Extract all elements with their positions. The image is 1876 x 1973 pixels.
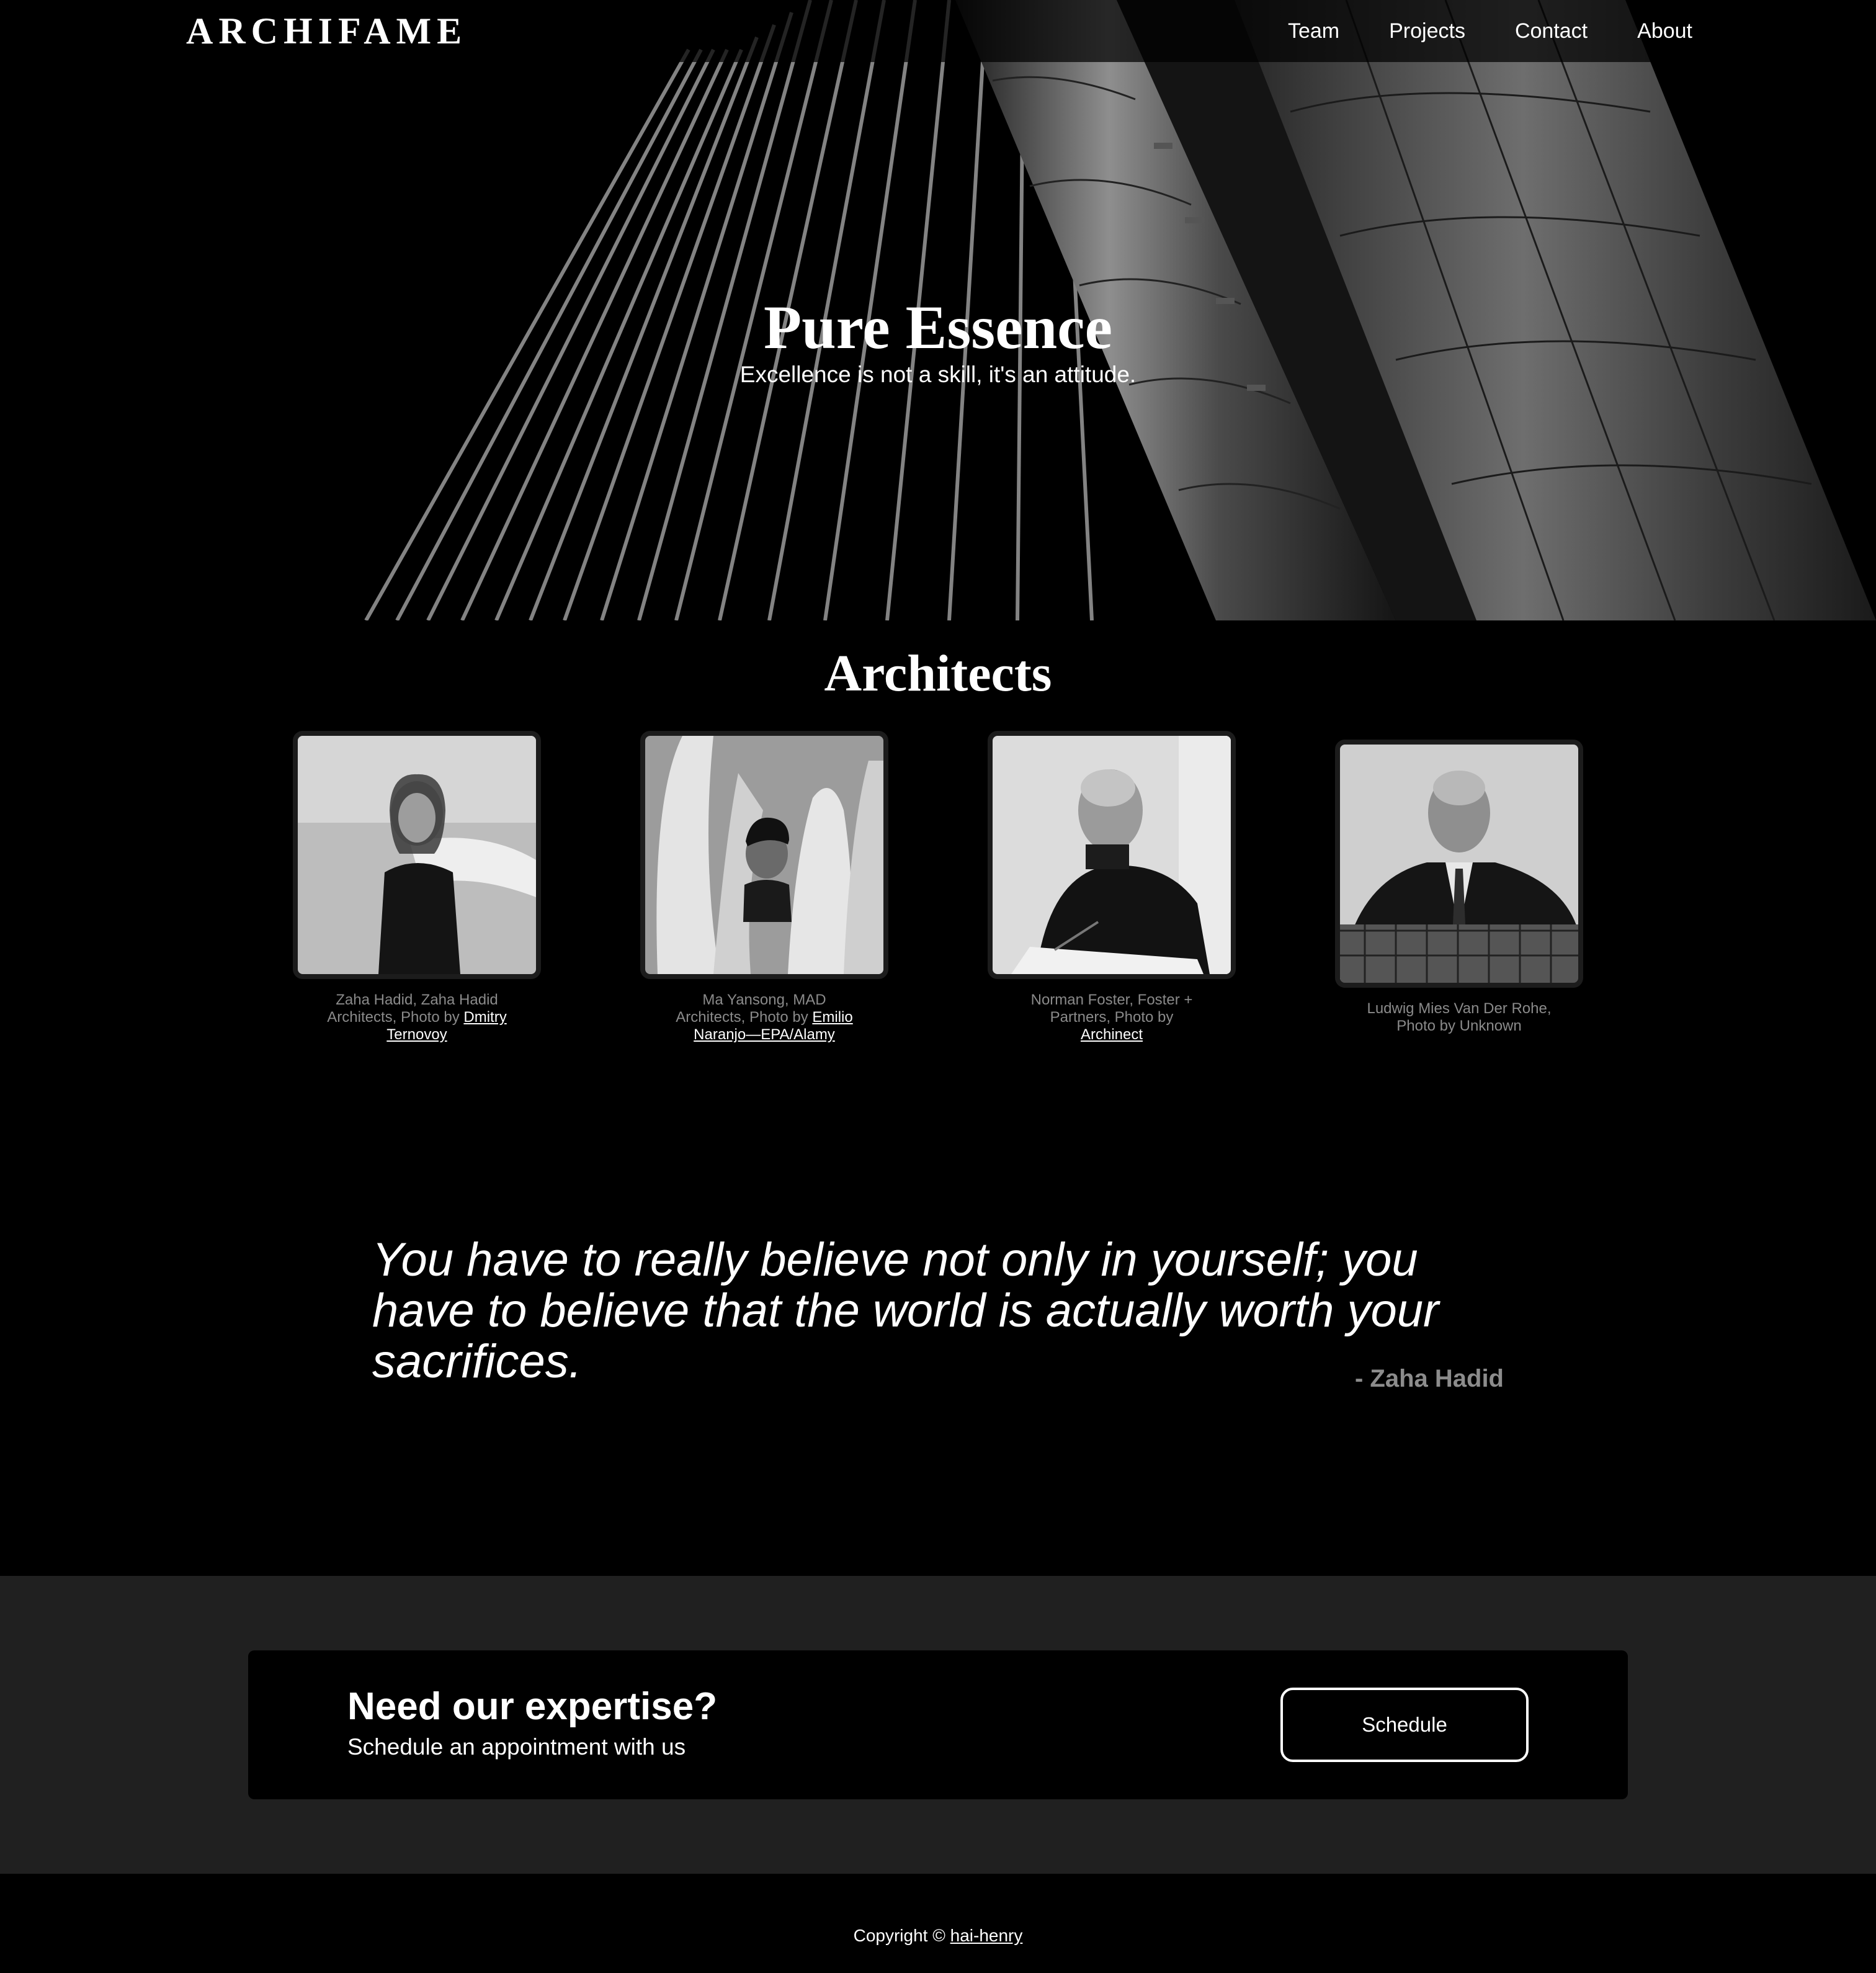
portrait-caption: Zaha Hadid, Zaha Hadid Architects, Photo… — [324, 991, 510, 1044]
quote-author: - Zaha Hadid — [1354, 1365, 1504, 1392]
nav-link-contact[interactable]: Contact — [1515, 17, 1588, 45]
caption-text: Ma Yansong, MAD Architects, Photo by — [676, 991, 826, 1026]
nav-link-projects[interactable]: Projects — [1389, 17, 1465, 45]
schedule-button[interactable]: Schedule — [1280, 1688, 1529, 1762]
hero-subtitle: Excellence is not a skill, it's an attit… — [739, 362, 1137, 387]
architect-card: Ludwig Mies Van Der Rohe, Photo by Unkno… — [1335, 740, 1583, 1035]
architect-card: Ma Yansong, MAD Architects, Photo by Emi… — [640, 731, 888, 1044]
author-link[interactable]: hai-henry — [950, 1926, 1023, 1945]
footer-copyright: Copyright © hai-henry — [0, 1923, 1876, 1948]
nav-link-team[interactable]: Team — [1288, 17, 1339, 45]
brand-logo[interactable]: ARCHIFAME — [186, 9, 467, 53]
cta-title: Need our expertise? — [347, 1685, 718, 1728]
copyright-text: Copyright © — [853, 1926, 950, 1945]
caption-text: Norman Foster, Foster + Partners, Photo … — [1030, 991, 1193, 1026]
architect-portrait — [640, 731, 888, 979]
architect-portrait — [1335, 740, 1583, 988]
portrait-caption: Ludwig Mies Van Der Rohe, Photo by Unkno… — [1366, 1000, 1552, 1035]
cta-box: Need our expertise? Schedule an appointm… — [248, 1650, 1628, 1799]
hero-title: Pure Essence — [764, 293, 1112, 362]
architect-card: Norman Foster, Foster + Partners, Photo … — [988, 731, 1236, 1044]
featured-quote: You have to really believe not only in y… — [372, 1233, 1439, 1388]
caption-text: Ludwig Mies Van Der Rohe, Photo by Unkno… — [1367, 1000, 1552, 1034]
cta-subtitle: Schedule an appointment with us — [347, 1734, 686, 1760]
portrait-caption: Norman Foster, Foster + Partners, Photo … — [1019, 991, 1205, 1044]
navbar: ARCHIFAME Team Projects Contact About — [0, 0, 1876, 62]
cta-section: Need our expertise? Schedule an appointm… — [0, 1576, 1876, 1874]
architects-heading: Architects — [824, 645, 1052, 702]
portrait-image — [1340, 745, 1578, 983]
footer: Copyright © hai-henry — [0, 1874, 1876, 1973]
portrait-image — [645, 736, 883, 974]
portrait-image — [993, 736, 1231, 974]
architect-portrait — [293, 731, 541, 979]
portrait-caption: Ma Yansong, MAD Architects, Photo by Emi… — [671, 991, 857, 1044]
architect-portrait — [988, 731, 1236, 979]
nav-link-about[interactable]: About — [1637, 17, 1692, 45]
nav-links: Team Projects Contact About — [1288, 17, 1692, 45]
portrait-image — [298, 736, 536, 974]
hero-section: ARCHIFAME Team Projects Contact About Pu… — [0, 0, 1876, 620]
photo-credit-link[interactable]: Archinect — [1081, 1026, 1143, 1043]
architect-card: Zaha Hadid, Zaha Hadid Architects, Photo… — [293, 731, 541, 1044]
